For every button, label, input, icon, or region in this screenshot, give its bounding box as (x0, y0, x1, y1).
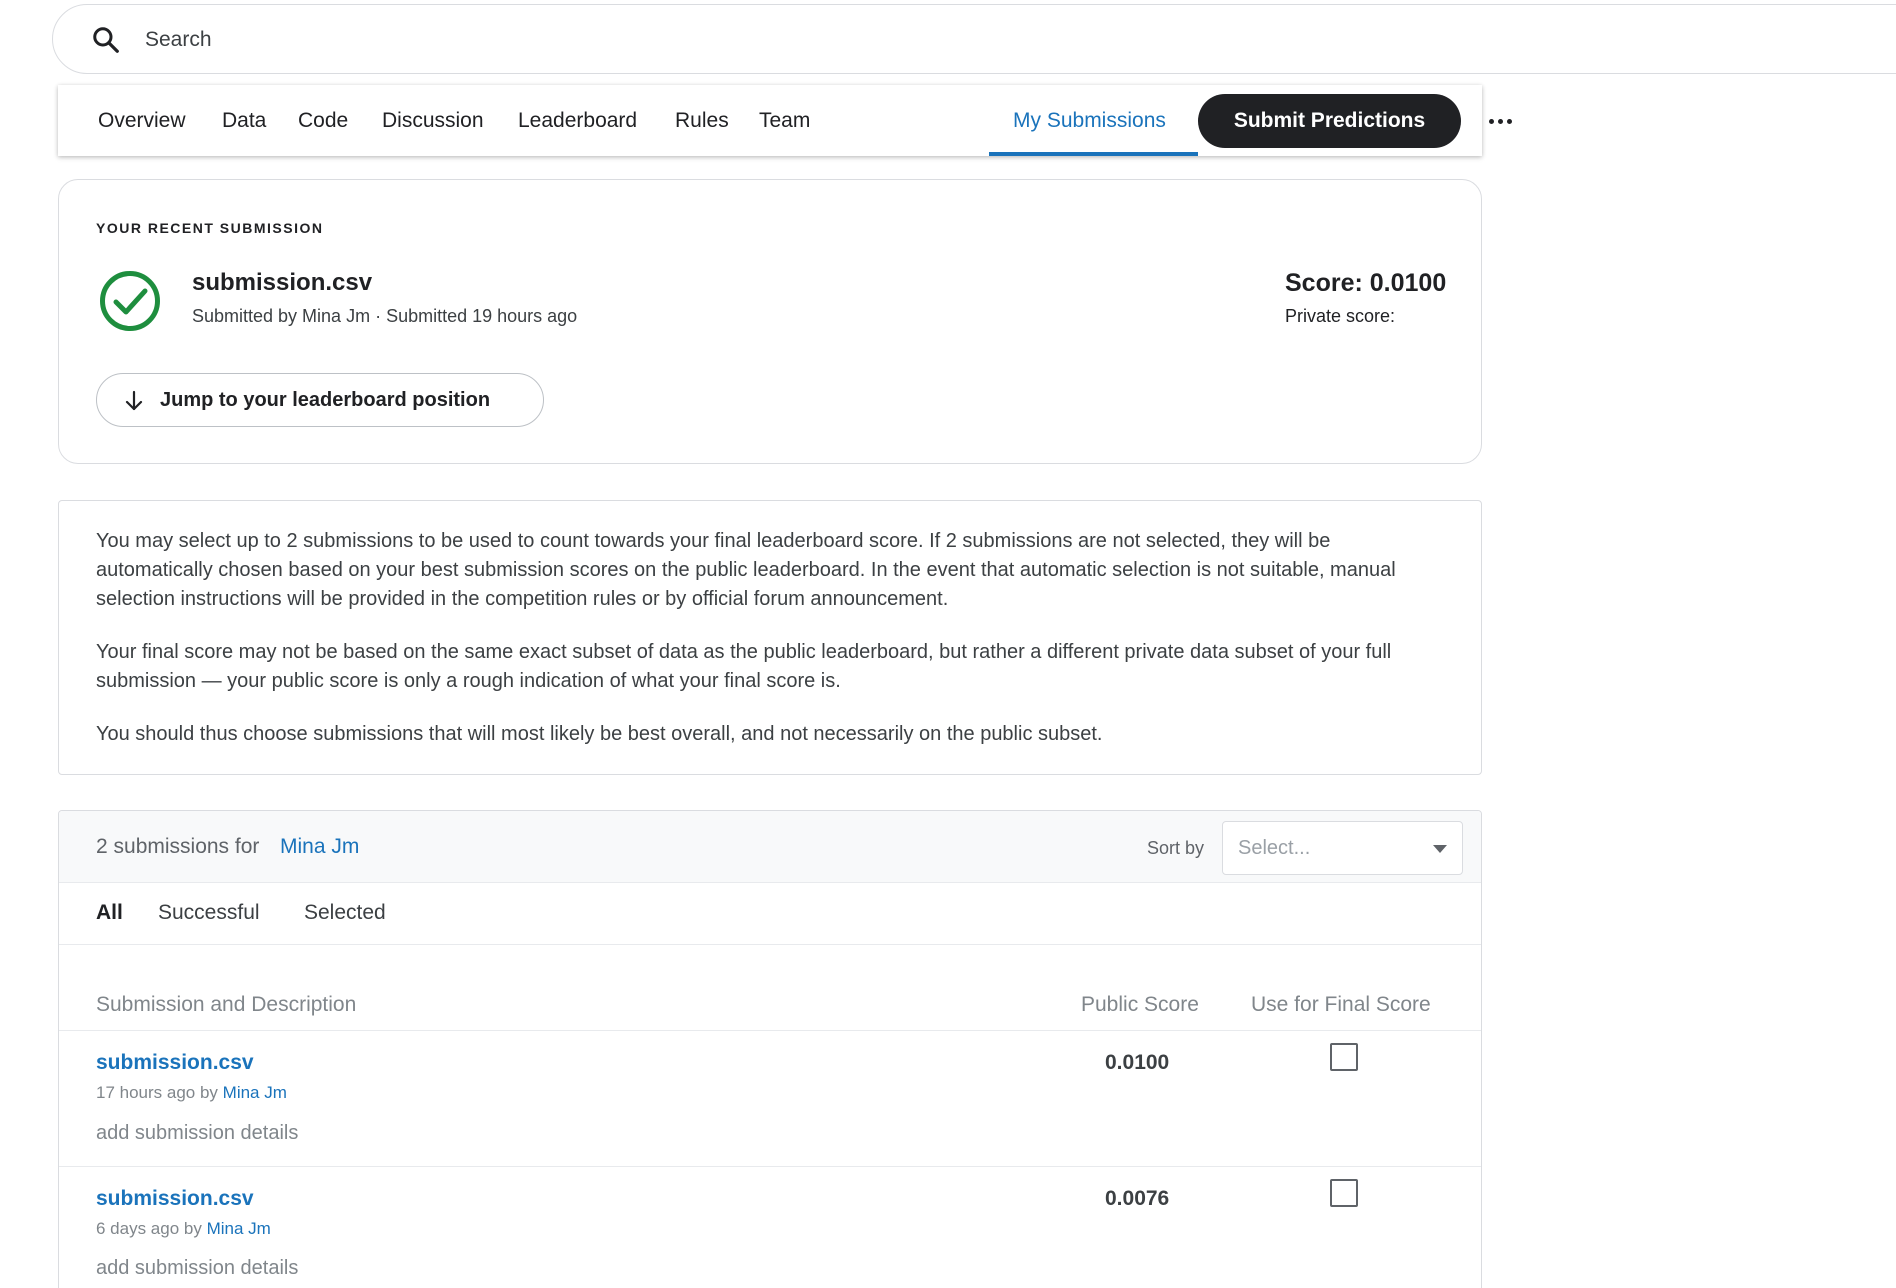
tab-my-submissions[interactable]: My Submissions (1013, 85, 1166, 156)
submission-filter-tabs: All Successful Selected (59, 883, 1481, 945)
add-details-link[interactable]: add submission details (96, 1257, 298, 1280)
recent-submission-card: YOUR RECENT SUBMISSION submission.csv Su… (58, 179, 1482, 464)
search-input[interactable] (145, 23, 745, 57)
sort-select[interactable]: Select... (1222, 821, 1463, 875)
column-header-final-score: Use for Final Score (1251, 993, 1431, 1016)
submissions-panel: 2 submissions for Mina Jm Sort by Select… (58, 810, 1482, 1288)
submission-meta: 6 days ago by Mina Jm (96, 1219, 271, 1239)
use-for-final-score-checkbox[interactable] (1330, 1179, 1358, 1207)
row-divider (59, 1030, 1481, 1031)
submissions-header: 2 submissions for Mina Jm Sort by Select… (59, 811, 1481, 883)
use-for-final-score-checkbox[interactable] (1330, 1043, 1358, 1071)
submission-file-link[interactable]: submission.csv (96, 1187, 254, 1211)
submission-public-score: 0.0100 (1105, 1051, 1170, 1074)
filter-tab-selected[interactable]: Selected (304, 901, 386, 925)
submit-predictions-button[interactable]: Submit Predictions (1198, 94, 1461, 148)
submissions-count: 2 submissions for (96, 835, 260, 858)
sort-select-value: Select... (1238, 837, 1311, 859)
tab-code[interactable]: Code (298, 85, 348, 156)
final-score-info: You may select up to 2 submissions to be… (58, 500, 1482, 775)
info-paragraph: You may select up to 2 submissions to be… (96, 530, 1396, 610)
recent-submission-filename: submission.csv (192, 269, 373, 296)
submission-user-link[interactable]: Mina Jm (223, 1083, 287, 1102)
more-options-button[interactable] (1478, 105, 1522, 137)
tab-data[interactable]: Data (222, 85, 266, 156)
jump-button-label: Jump to your leaderboard position (160, 389, 491, 411)
tab-discussion[interactable]: Discussion (382, 85, 484, 156)
info-paragraph: Your final score may not be based on the… (96, 641, 1392, 692)
more-options-dot (1497, 118, 1503, 124)
filter-tab-successful[interactable]: Successful (158, 901, 260, 925)
filter-tab-all[interactable]: All (96, 901, 123, 925)
row-divider (59, 1166, 1481, 1167)
column-header-public-score[interactable]: Public Score (1081, 993, 1199, 1017)
search-icon (93, 27, 119, 53)
success-check-icon (100, 271, 160, 331)
tab-overview[interactable]: Overview (98, 85, 186, 156)
tab-rules[interactable]: Rules (675, 85, 729, 156)
tab-leaderboard[interactable]: Leaderboard (518, 85, 637, 156)
competition-nav: Overview Data Code Discussion Leaderboar… (58, 85, 1512, 156)
private-score: Private score: (1285, 306, 1396, 326)
recent-submission-heading: YOUR RECENT SUBMISSION (96, 220, 324, 236)
caret-down-icon (1433, 845, 1447, 853)
sort-label: Sort by (1147, 838, 1205, 858)
submission-time: 17 hours ago by (96, 1083, 218, 1102)
submission-public-score: 0.0076 (1105, 1187, 1170, 1210)
more-options-icon (1488, 118, 1494, 124)
submission-meta: 17 hours ago by Mina Jm (96, 1083, 287, 1103)
jump-to-leaderboard-button[interactable]: Jump to your leaderboard position (96, 373, 544, 427)
arrow-down-icon (125, 390, 143, 411)
submission-time: 6 days ago by (96, 1219, 202, 1238)
tab-team[interactable]: Team (759, 85, 810, 156)
public-score: Score: 0.0100 (1285, 269, 1447, 297)
column-header-submission: Submission and Description (96, 993, 357, 1016)
search-bar[interactable] (52, 4, 1896, 74)
submission-file-link[interactable]: submission.csv (96, 1051, 254, 1075)
submission-user-link[interactable]: Mina Jm (207, 1219, 271, 1238)
info-paragraph: You should thus choose submissions that … (96, 723, 1103, 745)
submissions-user-link[interactable]: Mina Jm (280, 835, 359, 859)
recent-submission-meta: Submitted by Mina Jm · Submitted 19 hour… (192, 306, 578, 326)
add-details-link[interactable]: add submission details (96, 1122, 298, 1145)
active-tab-indicator (989, 152, 1198, 156)
more-options-dot (1506, 118, 1512, 124)
